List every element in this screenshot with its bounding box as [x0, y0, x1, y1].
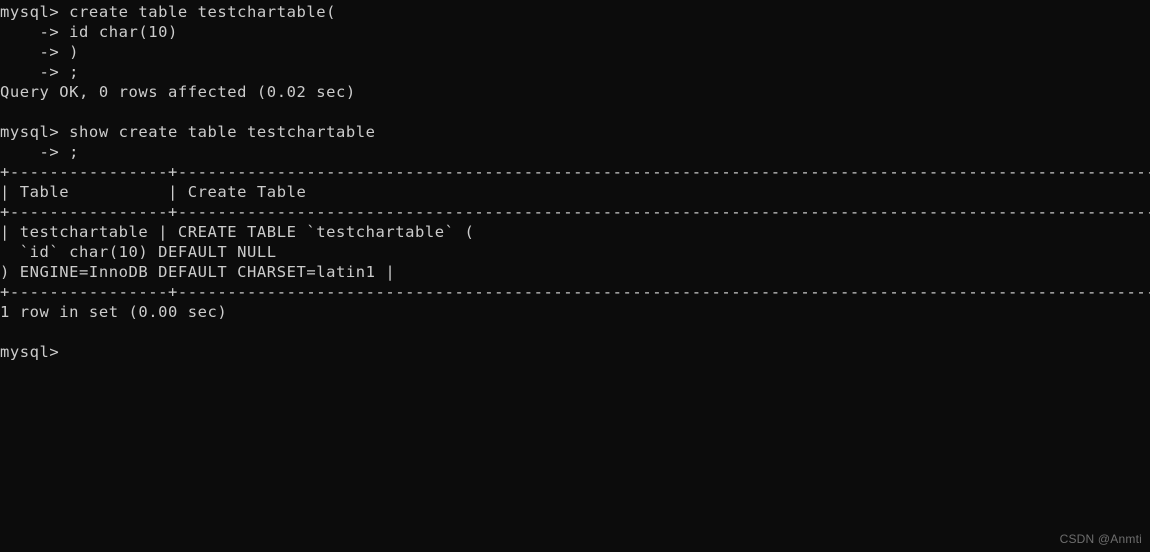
console-line: | testchartable | CREATE TABLE `testchar…	[0, 223, 475, 241]
console-line: +----------------+----------------------…	[0, 163, 1150, 181]
console-line: -> ;	[0, 63, 80, 81]
console-line: +----------------+----------------------…	[0, 203, 1150, 221]
console-line: -> id char(10)	[0, 23, 178, 41]
console-line: `id` char(10) DEFAULT NULL	[0, 243, 277, 261]
console-line: | Table | Create Table |	[0, 183, 307, 201]
csdn-watermark: CSDN @Anmti	[1059, 532, 1142, 546]
console-line: Query OK, 0 rows affected (0.02 sec)	[0, 83, 356, 101]
console-line: -> ;	[0, 143, 80, 161]
console-line: +----------------+----------------------…	[0, 283, 1150, 301]
terminal-window[interactable]: mysql> create table testchartable( -> id…	[0, 0, 1150, 552]
console-line: 1 row in set (0.00 sec)	[0, 303, 228, 321]
console-line: -> )	[0, 43, 80, 61]
console-output: mysql> create table testchartable( -> id…	[0, 2, 1150, 362]
console-line: ) ENGINE=InnoDB DEFAULT CHARSET=latin1 |	[0, 263, 396, 281]
console-line: mysql> create table testchartable(	[0, 3, 336, 21]
console-line: mysql>	[0, 343, 60, 361]
console-line: mysql> show create table testchartable	[0, 123, 376, 141]
